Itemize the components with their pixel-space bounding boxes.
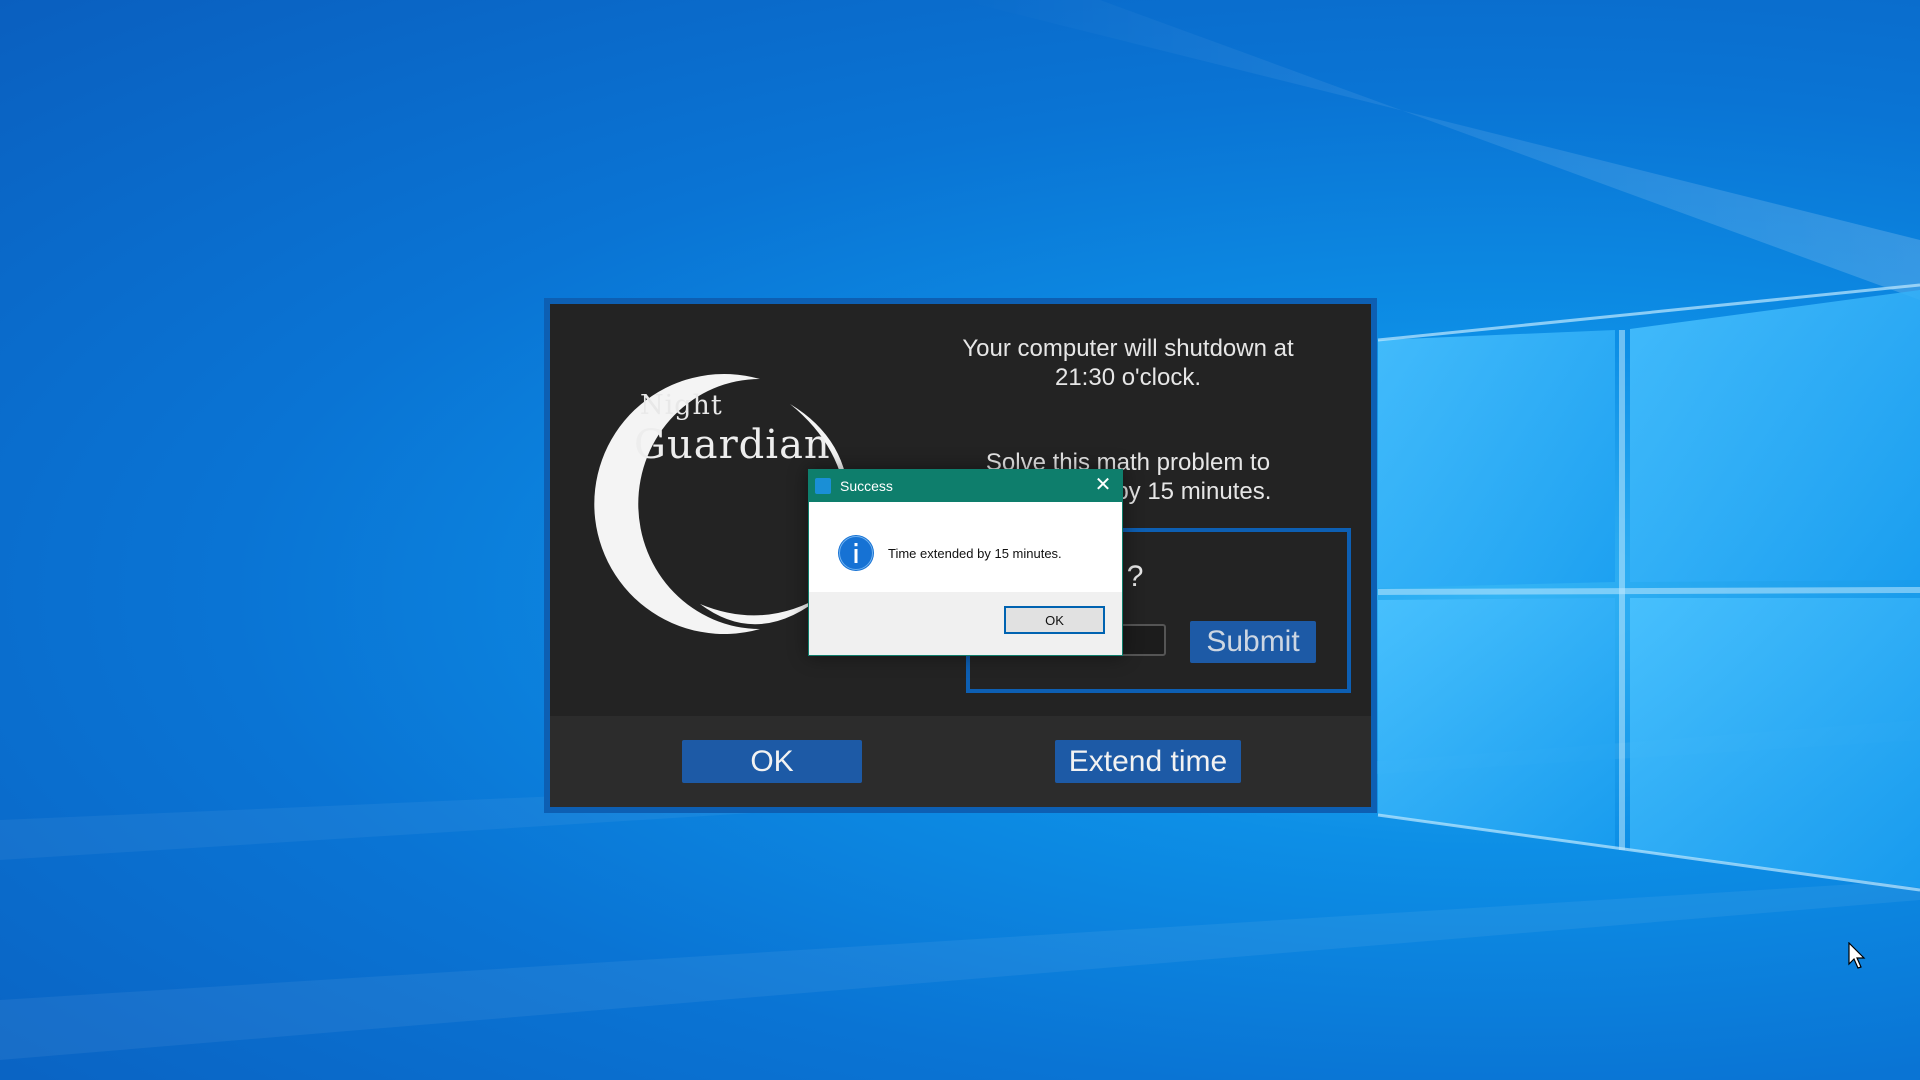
dialog-footer: OK <box>809 592 1122 655</box>
shutdown-message: Your computer will shutdown at 21:30 o'c… <box>962 335 1294 391</box>
dialog-body: Time extended by 15 minutes. <box>809 502 1122 592</box>
dialog-message: Time extended by 15 minutes. <box>888 546 1062 561</box>
button-bar: OK Extend time <box>550 716 1371 807</box>
ok-button[interactable]: OK <box>682 740 862 783</box>
logo-guardian-text: Guardian <box>634 422 831 468</box>
dialog-titlebar[interactable]: Success ✕ <box>809 470 1122 502</box>
success-dialog: Success ✕ Time extended by 15 minutes. O… <box>808 469 1123 656</box>
extend-time-button[interactable]: Extend time <box>1055 740 1241 783</box>
mouse-cursor-icon <box>1848 942 1866 969</box>
dialog-ok-button[interactable]: OK <box>1004 606 1105 634</box>
app-icon <box>815 478 831 494</box>
logo-night-text: Night <box>640 390 723 421</box>
desktop: Night Guardian Your computer will shutdo… <box>0 0 1920 1080</box>
submit-button[interactable]: Submit <box>1190 621 1316 663</box>
close-icon[interactable]: ✕ <box>1084 470 1122 502</box>
info-icon <box>838 535 874 571</box>
dialog-title: Success <box>840 478 893 494</box>
